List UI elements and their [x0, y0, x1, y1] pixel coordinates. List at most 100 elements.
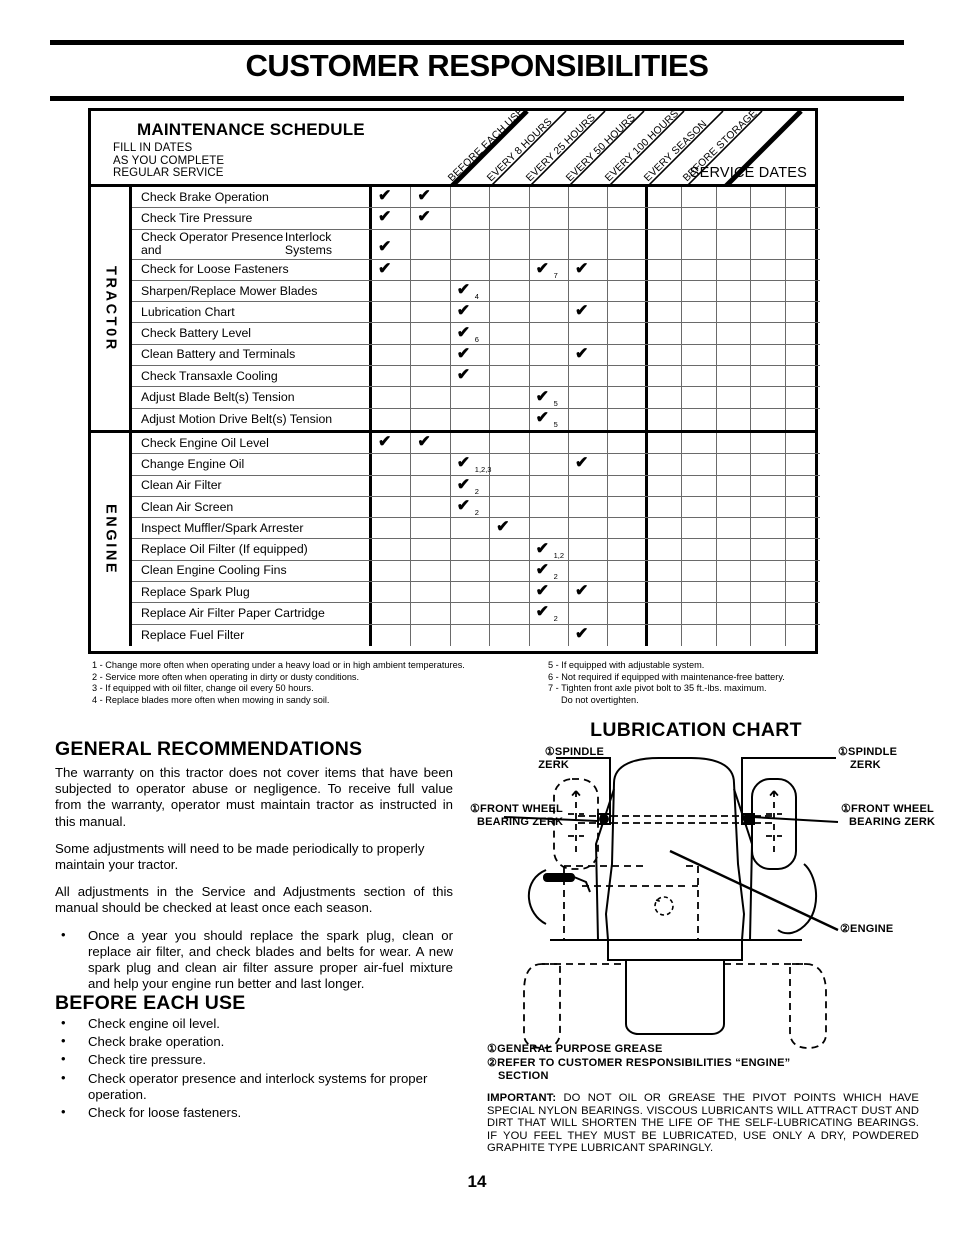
service-date-cell[interactable]: [682, 496, 717, 518]
service-date-cell[interactable]: [717, 560, 752, 582]
schedule-cell[interactable]: [451, 539, 491, 560]
schedule-cell[interactable]: ✔ 6: [451, 323, 491, 344]
schedule-cell[interactable]: [490, 582, 530, 603]
service-date-cell[interactable]: [786, 497, 821, 517]
schedule-cell[interactable]: [451, 387, 491, 408]
service-date-cell[interactable]: [717, 302, 752, 323]
service-date-cell[interactable]: [648, 518, 683, 539]
service-date-cell[interactable]: [786, 561, 821, 581]
schedule-cell[interactable]: [411, 603, 451, 624]
schedule-cell[interactable]: [372, 475, 412, 496]
service-date-cell[interactable]: [717, 518, 752, 539]
schedule-cell[interactable]: [411, 624, 451, 646]
schedule-cell[interactable]: ✔ 1,2: [530, 539, 569, 560]
service-date-cell[interactable]: [786, 476, 821, 496]
schedule-cell[interactable]: [451, 408, 491, 430]
service-date-cell[interactable]: [786, 603, 821, 623]
schedule-cell[interactable]: [372, 624, 412, 646]
service-date-cell[interactable]: [682, 259, 717, 280]
service-date-cell[interactable]: [717, 387, 752, 408]
service-date-cell[interactable]: [648, 187, 683, 208]
schedule-cell[interactable]: [569, 475, 609, 496]
schedule-cell[interactable]: ✔: [569, 259, 609, 280]
service-date-cell[interactable]: [786, 208, 821, 228]
schedule-cell[interactable]: [569, 323, 609, 344]
schedule-cell[interactable]: [451, 603, 491, 624]
service-date-cell[interactable]: [648, 208, 683, 229]
service-date-cell[interactable]: [751, 582, 786, 603]
schedule-cell[interactable]: [372, 518, 412, 539]
schedule-cell[interactable]: [411, 344, 451, 366]
schedule-cell[interactable]: ✔ 5: [530, 387, 569, 408]
service-date-cell[interactable]: [751, 187, 786, 208]
service-date-cell[interactable]: [717, 582, 752, 603]
service-date-cell[interactable]: [648, 323, 683, 344]
service-date-cell[interactable]: [786, 345, 821, 365]
schedule-cell[interactable]: ✔: [530, 582, 569, 603]
service-date-cell[interactable]: [682, 624, 717, 646]
schedule-cell[interactable]: [490, 496, 530, 518]
schedule-cell[interactable]: ✔ 4: [451, 280, 491, 302]
schedule-cell[interactable]: ✔ 2: [451, 496, 491, 518]
schedule-cell[interactable]: [608, 603, 648, 624]
service-date-cell[interactable]: [717, 475, 752, 496]
schedule-cell[interactable]: [411, 518, 451, 539]
service-date-cell[interactable]: [682, 302, 717, 323]
schedule-cell[interactable]: ✔ 2: [451, 475, 491, 496]
schedule-cell[interactable]: [372, 323, 412, 344]
service-date-cell[interactable]: [751, 539, 786, 560]
schedule-cell[interactable]: [372, 454, 412, 475]
schedule-cell[interactable]: [411, 280, 451, 302]
schedule-cell[interactable]: [451, 560, 491, 582]
service-date-cell[interactable]: [786, 323, 821, 343]
schedule-cell[interactable]: [608, 366, 648, 387]
schedule-cell[interactable]: [608, 475, 648, 496]
service-date-cell[interactable]: [786, 387, 821, 407]
schedule-cell[interactable]: [569, 387, 609, 408]
schedule-cell[interactable]: ✔: [451, 366, 491, 387]
schedule-cell[interactable]: [608, 259, 648, 280]
service-date-cell[interactable]: [717, 208, 752, 229]
schedule-cell[interactable]: ✔ 7: [530, 259, 569, 280]
schedule-cell[interactable]: [569, 208, 609, 229]
service-date-cell[interactable]: [717, 323, 752, 344]
schedule-cell[interactable]: [530, 187, 569, 208]
service-date-cell[interactable]: [648, 229, 683, 259]
schedule-cell[interactable]: [372, 387, 412, 408]
service-date-cell[interactable]: [717, 366, 752, 387]
service-date-cell[interactable]: [648, 624, 683, 646]
service-date-cell[interactable]: [682, 454, 717, 475]
schedule-cell[interactable]: [411, 229, 451, 259]
service-date-cell[interactable]: [751, 387, 786, 408]
schedule-cell[interactable]: [530, 432, 569, 454]
service-date-cell[interactable]: [717, 432, 752, 454]
service-date-cell[interactable]: [751, 229, 786, 259]
service-date-cell[interactable]: [648, 539, 683, 560]
service-date-cell[interactable]: [751, 475, 786, 496]
service-date-cell[interactable]: [648, 302, 683, 323]
service-date-cell[interactable]: [786, 366, 821, 386]
service-date-cell[interactable]: [682, 280, 717, 302]
schedule-cell[interactable]: [451, 518, 491, 539]
schedule-cell[interactable]: [490, 408, 530, 430]
schedule-cell[interactable]: [372, 582, 412, 603]
schedule-cell[interactable]: [451, 624, 491, 646]
service-date-cell[interactable]: [717, 603, 752, 624]
schedule-cell[interactable]: ✔: [372, 432, 412, 454]
schedule-cell[interactable]: [608, 302, 648, 323]
schedule-cell[interactable]: [490, 624, 530, 646]
service-date-cell[interactable]: [682, 603, 717, 624]
service-date-cell[interactable]: [682, 208, 717, 229]
schedule-cell[interactable]: [372, 560, 412, 582]
service-date-cell[interactable]: [717, 280, 752, 302]
service-date-cell[interactable]: [717, 539, 752, 560]
service-date-cell[interactable]: [648, 344, 683, 366]
service-date-cell[interactable]: [786, 454, 821, 474]
service-date-cell[interactable]: [751, 208, 786, 229]
service-date-cell[interactable]: [717, 344, 752, 366]
service-date-cell[interactable]: [648, 475, 683, 496]
schedule-cell[interactable]: [411, 560, 451, 582]
schedule-cell[interactable]: [608, 387, 648, 408]
schedule-cell[interactable]: [608, 582, 648, 603]
schedule-cell[interactable]: ✔: [372, 229, 412, 259]
